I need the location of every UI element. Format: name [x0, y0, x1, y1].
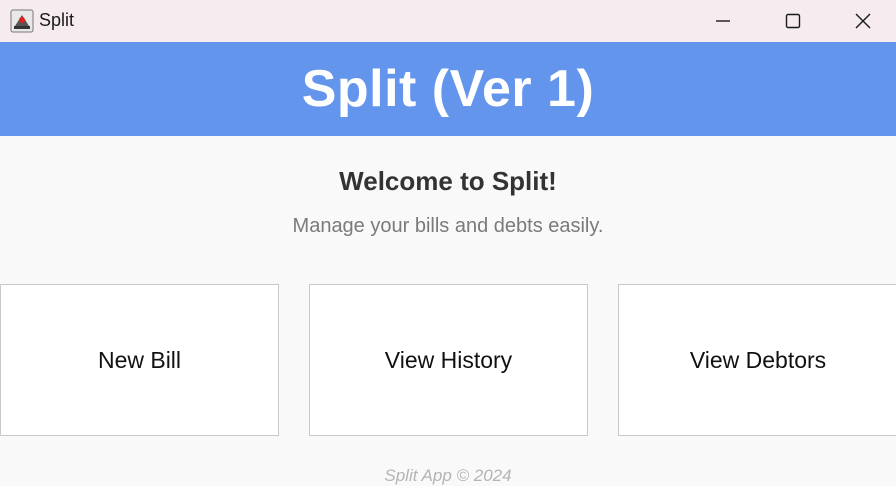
- welcome-heading: Welcome to Split!: [339, 166, 557, 196]
- footer-text: Split App © 2024: [384, 466, 512, 485]
- minimize-icon: [716, 20, 730, 22]
- title-bar: Split: [0, 0, 896, 42]
- minimize-button[interactable]: [693, 0, 753, 42]
- maximize-button[interactable]: [763, 0, 823, 42]
- new-bill-button[interactable]: New Bill: [0, 284, 279, 436]
- app-window: Split Split (Ver 1) Welcome to Split! Ma…: [0, 0, 896, 486]
- close-button[interactable]: [833, 0, 893, 42]
- view-history-button[interactable]: View History: [309, 284, 588, 436]
- view-debtors-button[interactable]: View Debtors: [618, 284, 896, 436]
- close-icon: [855, 13, 871, 29]
- java-cup-icon: [10, 9, 34, 33]
- header-banner: Split (Ver 1): [0, 42, 896, 136]
- welcome-subtitle: Manage your bills and debts easily.: [292, 215, 604, 237]
- maximize-icon: [785, 13, 801, 29]
- window-title: Split: [39, 10, 75, 30]
- app-title: Split (Ver 1): [301, 60, 595, 118]
